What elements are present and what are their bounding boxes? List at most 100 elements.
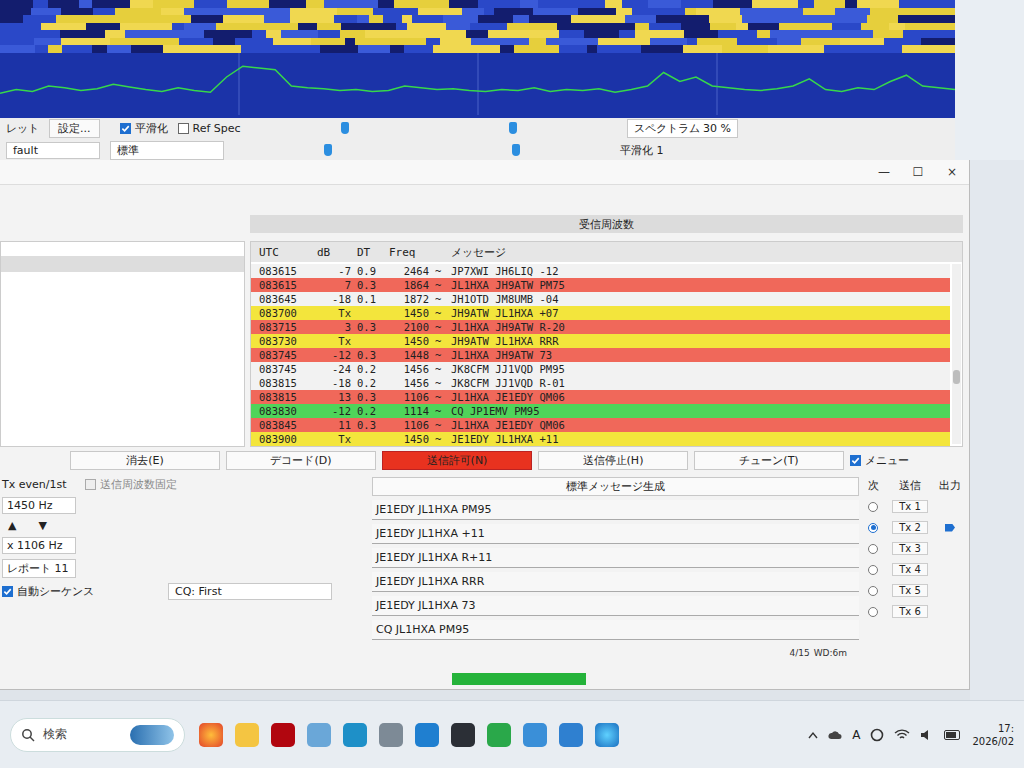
table-cell: 083700 [259, 307, 317, 319]
table-cell: ~ [435, 405, 451, 417]
spectrum-spin[interactable]: スペクトラム 30 % [627, 119, 738, 138]
battery-icon[interactable] [944, 730, 962, 740]
cloud-icon[interactable] [828, 730, 842, 740]
table-row[interactable]: 083615-70.92464~JP7XWI JH6LIQ -12 [251, 264, 950, 278]
action-button[interactable]: デコード(D) [226, 451, 376, 470]
action-button[interactable]: 消去(E) [70, 451, 220, 470]
chevron-up-icon[interactable] [808, 731, 818, 739]
terminal-icon[interactable] [451, 723, 475, 747]
action-button[interactable]: 送信停止(H) [538, 451, 688, 470]
netflix-icon[interactable] [271, 723, 295, 747]
message-field[interactable]: JE1EDY JL1HXA RRR [372, 572, 859, 592]
next-radio[interactable] [868, 523, 878, 533]
next-radio[interactable] [868, 586, 878, 596]
wave-icon[interactable] [343, 723, 367, 747]
slider-handle[interactable] [512, 144, 520, 156]
generate-messages-button[interactable]: 標準メッセージ生成 [372, 477, 859, 496]
checkbox[interactable] [2, 586, 13, 597]
table-row[interactable]: 083700Tx1450~JH9ATW JL1HXA +07 [251, 306, 950, 320]
table-row[interactable]: 083645-180.11872~JH1OTD JM8UMB -04 [251, 292, 950, 306]
close-button[interactable]: × [935, 161, 969, 183]
scrollbar-thumb[interactable] [953, 370, 960, 384]
report-spin[interactable]: レポート 11 [2, 559, 76, 578]
table-row[interactable]: 083830-120.21114~CQ JP1EMV PM95 [251, 404, 950, 418]
table-row[interactable]: 08361570.31864~JL1HXA JH9ATW PM75 [251, 278, 950, 292]
down-arrow[interactable]: ▼ [38, 519, 46, 532]
table-row[interactable]: 083745-240.21456~JK8CFM JJ1VQD PM95 [251, 362, 950, 376]
next-radio[interactable] [868, 502, 878, 512]
next-radio[interactable] [868, 544, 878, 554]
ref-spec-checkbox[interactable]: Ref Spec [178, 122, 241, 135]
minimize-button[interactable]: — [867, 161, 901, 183]
message-field[interactable]: JE1EDY JL1HXA PM95 [372, 500, 859, 520]
cq-dropdown[interactable]: CQ: First [168, 583, 332, 600]
next-radio[interactable] [868, 565, 878, 575]
firefox-icon[interactable] [199, 723, 223, 747]
next-radio[interactable] [868, 607, 878, 617]
notes-icon[interactable] [523, 723, 547, 747]
checkbox[interactable] [85, 479, 96, 490]
clock-icon[interactable] [870, 728, 884, 742]
rx-frequency-spin[interactable]: x 1106 Hz [2, 537, 76, 554]
checkbox[interactable] [178, 123, 189, 134]
slider-handle[interactable] [324, 144, 332, 156]
tx-button[interactable]: Tx 4 [892, 563, 928, 576]
slider-handle[interactable] [509, 122, 517, 134]
table-row[interactable]: 08371530.32100~JL1HXA JH9ATW R-20 [251, 320, 950, 334]
waterfall-display[interactable] [0, 0, 955, 118]
globe-icon[interactable] [595, 723, 619, 747]
hold-tx-checkbox[interactable]: 送信周波数固定 [85, 477, 177, 492]
tx-button[interactable]: Tx 3 [892, 542, 928, 555]
maximize-button[interactable]: ☐ [901, 161, 935, 183]
table-cell: Tx [317, 433, 357, 445]
table-row[interactable]: 083730Tx1450~JH9ATW JL1HXA RRR [251, 334, 950, 348]
pane-title: 受信周波数 [579, 217, 634, 232]
scrollbar[interactable] [952, 264, 961, 444]
tx-button[interactable]: Tx 1 [892, 500, 928, 513]
message-field[interactable]: JE1EDY JL1HXA R+11 [372, 548, 859, 568]
app-icon[interactable] [307, 723, 331, 747]
table-cell: 11 [317, 419, 357, 431]
message-field[interactable]: JE1EDY JL1HXA +11 [372, 524, 859, 544]
tx-button[interactable]: Tx 2 [892, 521, 928, 534]
check-icon [851, 456, 860, 465]
window-icon[interactable] [559, 723, 583, 747]
table-row[interactable]: 083900Tx1450~JE1EDY JL1HXA +11 [251, 432, 950, 446]
table-cell: 0.2 [357, 405, 389, 417]
auto-sequence-checkbox[interactable]: 自動シーケンス [2, 584, 94, 599]
tx-button[interactable]: Tx 5 [892, 584, 928, 597]
table-row[interactable]: 083845110.31106~JL1HXA JE1EDY QM06 [251, 418, 950, 432]
checkbox[interactable] [120, 123, 131, 134]
wifi-icon[interactable] [894, 729, 910, 741]
up-arrow[interactable]: ▲ [8, 519, 16, 532]
speaker-icon[interactable] [920, 729, 934, 741]
slider-handle[interactable] [341, 122, 349, 134]
menu-label: メニュー [865, 453, 909, 468]
vscode-icon[interactable] [415, 723, 439, 747]
settings-button[interactable]: 設定... [49, 119, 100, 138]
next-header: 次 [865, 478, 881, 493]
gear-icon[interactable] [379, 723, 403, 747]
action-button[interactable]: 送信許可(N) [382, 451, 532, 470]
message-field[interactable]: CQ JL1HXA PM95 [372, 620, 859, 640]
search-box[interactable]: 検索 [10, 718, 185, 752]
table-row[interactable]: 083745-120.31448~JL1HXA JH9ATW 73 [251, 348, 950, 362]
menu-checkbox[interactable]: メニュー [850, 453, 909, 468]
taskbar-apps [199, 723, 794, 747]
folder-icon[interactable] [235, 723, 259, 747]
mode-dropdown[interactable]: 標準 [110, 141, 224, 160]
checkbox[interactable] [850, 455, 861, 466]
palette-dropdown[interactable]: fault [6, 142, 100, 159]
smoothing-checkbox[interactable]: 平滑化 [120, 121, 168, 136]
table-cell: JL1HXA JH9ATW R-20 [451, 321, 950, 333]
green-app-icon[interactable] [487, 723, 511, 747]
input-method-indicator[interactable]: A [852, 728, 860, 742]
table-row[interactable]: 083815130.31106~JL1HXA JE1EDY QM06 [251, 390, 950, 404]
tx-frequency-spin[interactable]: 1450 Hz [2, 497, 76, 514]
clock[interactable]: 17:2026/02 [972, 722, 1014, 748]
tx-row: Tx 6 [865, 603, 965, 620]
tx-button[interactable]: Tx 6 [892, 605, 928, 618]
table-row[interactable]: 083815-180.21456~JK8CFM JJ1VQD R-01 [251, 376, 950, 390]
action-button[interactable]: チューン(T) [694, 451, 844, 470]
message-field[interactable]: JE1EDY JL1HXA 73 [372, 596, 859, 616]
